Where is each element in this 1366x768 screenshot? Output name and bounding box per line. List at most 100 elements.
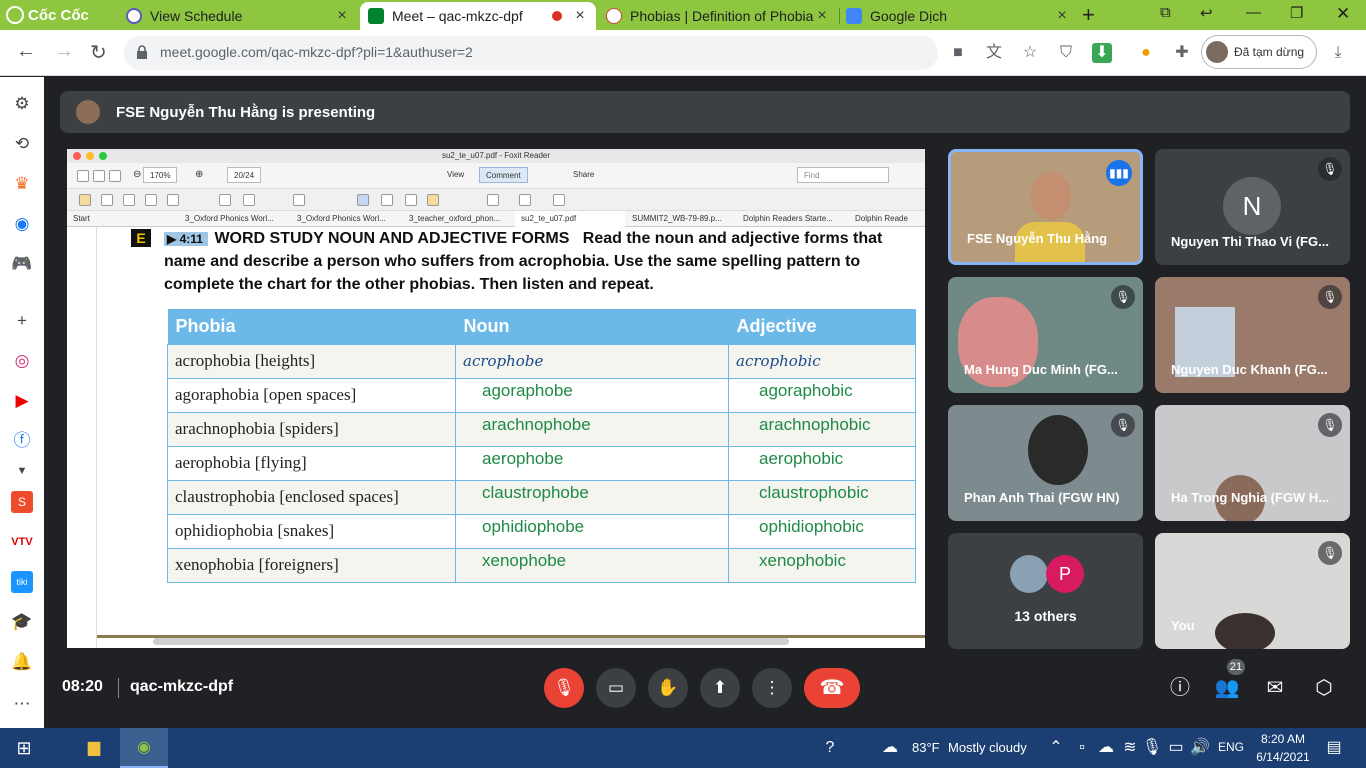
bookmark-star-icon[interactable]: ☆	[1020, 43, 1040, 63]
coccoc-icon[interactable]: ◉	[132, 736, 156, 760]
participant-tile-others[interactable]: P 13 others	[948, 533, 1143, 649]
chevron-up-icon[interactable]: ⌃	[1044, 736, 1068, 760]
more-options-button[interactable]: ⋮	[752, 668, 792, 708]
settings-icon[interactable]: ⚙	[11, 93, 33, 115]
participant-tile[interactable]: 🎙 Ma Hung Duc Minh (FG...	[948, 277, 1143, 393]
battery-icon[interactable]: ▭	[1164, 736, 1188, 760]
help-icon[interactable]: ?	[818, 736, 842, 760]
participant-tile[interactable]: 🎙 Ha Trong Nghia (FGW H...	[1155, 405, 1350, 521]
file-explorer-icon[interactable]: ▆	[82, 736, 106, 760]
weather-text[interactable]: Mostly cloudy	[948, 740, 1027, 755]
leave-call-button[interactable]: ☎	[804, 668, 860, 708]
temperature[interactable]: 83°F	[912, 740, 940, 755]
zoom-in-icon[interactable]: ⊕	[189, 167, 209, 183]
address-bar[interactable]: meet.google.com/qac-mkzc-dpf?pli=1&authu…	[124, 36, 938, 70]
doc-tab[interactable]: Dolphin Readers Starte...	[743, 211, 853, 227]
close-tab-icon[interactable]: ×	[572, 7, 588, 25]
divider	[118, 678, 119, 698]
shopee-icon[interactable]: S	[11, 491, 33, 513]
messenger-icon[interactable]: ◉	[11, 213, 33, 235]
weather-cloud-icon[interactable]: ☁	[878, 736, 902, 760]
tab-meet[interactable]: Meet – qac-mkzc-dpf ×	[360, 2, 596, 30]
participant-tile[interactable]: 🎙 Phan Anh Thai (FGW HN)	[948, 405, 1143, 521]
shared-screen[interactable]: su2_te_u07.pdf - Foxit Reader ⊖ 170% ⊕ 2…	[67, 149, 925, 648]
page-number-field[interactable]: 20/24	[227, 167, 262, 183]
doc-tab[interactable]: Dolphin Reade	[855, 211, 913, 227]
minimize-icon[interactable]: —	[1246, 4, 1261, 21]
screenshot-icon[interactable]: ⧉	[1160, 4, 1171, 21]
horizontal-scrollbar[interactable]	[153, 638, 789, 645]
tab-phobias[interactable]: Phobias | Definition of Phobias ×	[598, 2, 838, 30]
downloads-icon[interactable]: ⤓	[1328, 43, 1348, 63]
instagram-icon[interactable]: ◎	[11, 350, 33, 372]
wifi-icon[interactable]: ≋	[1118, 736, 1142, 760]
share-button[interactable]: Share	[567, 167, 600, 183]
doc-tab[interactable]: Start	[73, 211, 173, 227]
doc-tab[interactable]: SUMMIT2_WB-79-89.p...	[632, 211, 738, 227]
zoom-select[interactable]: 170%	[143, 167, 178, 183]
people-button[interactable]: 👥	[1214, 675, 1240, 701]
doc-tab-active[interactable]: su2_te_u07.pdf	[515, 211, 625, 227]
camera-icon[interactable]: ■	[948, 43, 968, 63]
back-button[interactable]: ←	[16, 40, 36, 63]
close-tab-icon[interactable]: ×	[814, 7, 830, 25]
browser-logo[interactable]: Cốc Cốc	[6, 5, 89, 25]
maximize-icon[interactable]: ❐	[1290, 4, 1303, 22]
back-icon[interactable]: ↩	[1200, 4, 1213, 22]
tiki-icon[interactable]: tiki	[11, 571, 33, 593]
find-input[interactable]: Find	[797, 167, 889, 183]
history-icon[interactable]: ⟲	[11, 133, 33, 155]
reload-button[interactable]: ↻	[90, 40, 107, 65]
foxit-annotation-toolbar	[67, 189, 925, 211]
clock-time[interactable]: 8:20 AM	[1256, 732, 1310, 746]
doc-tab[interactable]: 3_Oxford Phonics Worl...	[185, 211, 291, 227]
graduation-icon[interactable]: 🎓	[11, 611, 33, 633]
game-icon[interactable]: 🎮	[11, 253, 33, 275]
clock-date[interactable]: 6/14/2021	[1252, 750, 1314, 764]
youtube-icon[interactable]: ▶	[11, 390, 33, 412]
chevron-down-icon[interactable]: ▼	[11, 460, 33, 482]
microphone-icon[interactable]: 🎙	[1140, 736, 1164, 760]
notifications-icon[interactable]: ▤	[1322, 736, 1346, 760]
activities-button[interactable]: ⬡	[1311, 675, 1337, 701]
profile-paused-button[interactable]: Đã tạm dừng	[1201, 35, 1317, 69]
extensions-icon[interactable]: ✚	[1172, 43, 1192, 63]
shield-icon[interactable]: ⛉	[1056, 43, 1076, 63]
forward-button[interactable]: →	[54, 40, 74, 63]
network-alert-icon[interactable]: ☁	[1094, 736, 1118, 760]
chat-icon: ✉	[1266, 677, 1284, 699]
info-button[interactable]: ⓘ	[1167, 675, 1193, 701]
participant-tile[interactable]: N 🎙 Nguyen Thi Thao Vi (FG...	[1155, 149, 1350, 265]
doc-tab[interactable]: 3_teacher_oxford_phon...	[409, 211, 515, 227]
close-tab-icon[interactable]: ×	[334, 7, 350, 25]
crown-icon[interactable]: ♛	[11, 173, 33, 195]
participant-tile[interactable]: ▮▮▮ FSE Nguyễn Thu Hằng	[948, 149, 1143, 265]
download-icon[interactable]: ⬇	[1092, 43, 1112, 63]
participant-tile[interactable]: 🎙 Nguyen Duc Khanh (FG...	[1155, 277, 1350, 393]
microphone-toggle-button[interactable]: 🎙	[544, 668, 584, 708]
tab-view-schedule[interactable]: View Schedule ×	[118, 2, 358, 30]
translate-icon[interactable]: 文	[984, 43, 1004, 63]
notification-bell-icon[interactable]: 🔔	[11, 651, 33, 673]
meet-now-icon[interactable]: ▫	[1070, 736, 1094, 760]
close-tab-icon[interactable]: ×	[1054, 7, 1070, 25]
present-button[interactable]: ⬆	[700, 668, 740, 708]
vtv-icon[interactable]: VTV	[11, 531, 33, 553]
participant-tile-self[interactable]: 🎙 You	[1155, 533, 1350, 649]
doc-tab[interactable]: 3_Oxford Phonics Worl...	[297, 211, 403, 227]
new-tab-button[interactable]: +	[1082, 2, 1095, 28]
camera-toggle-button[interactable]: ▭	[596, 668, 636, 708]
alert-icon[interactable]: ●	[1136, 43, 1156, 63]
raise-hand-button[interactable]: ✋	[648, 668, 688, 708]
close-window-icon[interactable]: ✕	[1336, 4, 1350, 24]
view-button[interactable]: View	[441, 167, 470, 183]
volume-icon[interactable]: 🔊	[1188, 736, 1212, 760]
tab-google-translate[interactable]: Google Dịch ×	[838, 2, 1078, 30]
more-icon[interactable]: ⋯	[11, 693, 33, 715]
facebook-icon[interactable]: ⓕ	[11, 430, 33, 452]
add-icon[interactable]: +	[11, 310, 33, 332]
windows-start-icon[interactable]: ⊞	[12, 736, 36, 760]
language-indicator[interactable]: ENG	[1218, 740, 1244, 754]
chat-button[interactable]: ✉	[1262, 675, 1288, 701]
comment-button[interactable]: Comment	[479, 167, 528, 183]
